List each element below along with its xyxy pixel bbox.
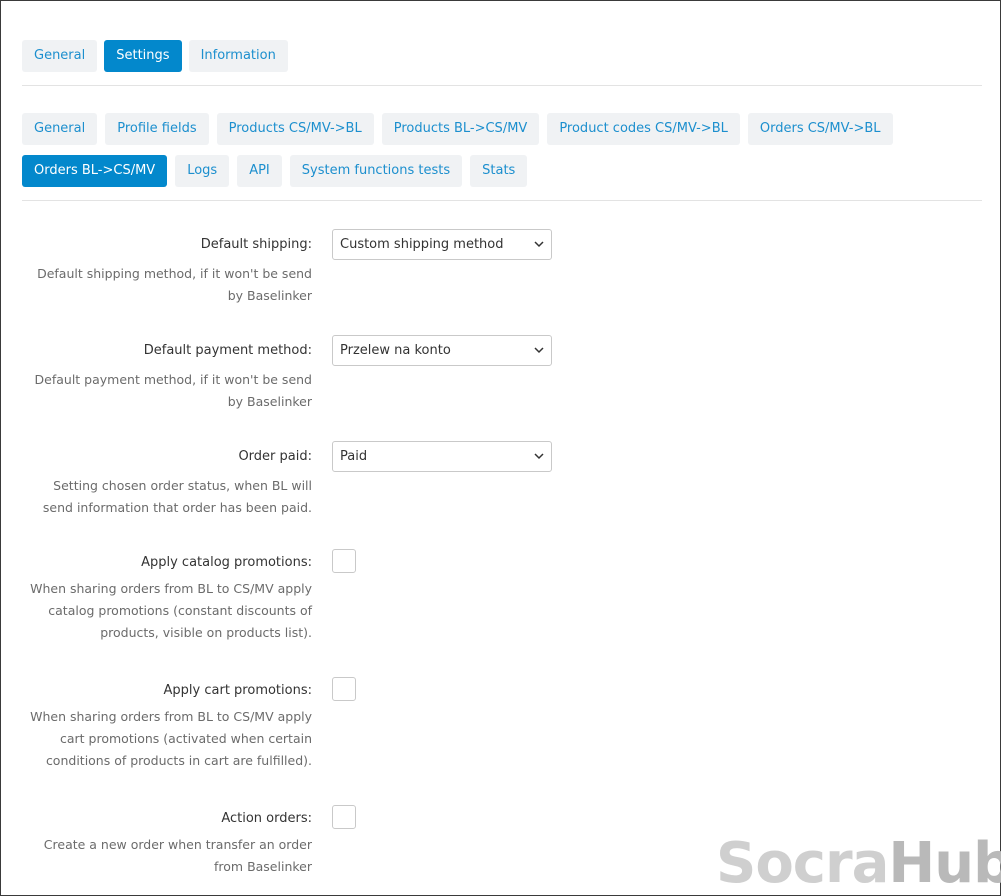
field-label: Action orders: [221,811,312,826]
watermark-part1: Socra [716,831,889,896]
top-divider [22,85,982,86]
chevron-down-icon [534,453,544,460]
top-tab-bar: General Settings Information [22,40,288,72]
field-help: Default payment method, if it won't be s… [34,372,312,409]
subtab-general[interactable]: General [22,113,98,145]
action-orders-checkbox[interactable] [332,805,356,829]
chevron-down-icon [534,241,544,248]
subtab-logs[interactable]: Logs [175,155,230,187]
subtab-system-functions-tests[interactable]: System functions tests [289,155,463,187]
select-value: Przelew na konto [340,343,451,358]
field-help: When sharing orders from BL to CS/MV app… [30,709,312,768]
field-help: When sharing orders from BL to CS/MV app… [30,581,312,640]
field-label: Apply cart promotions: [163,683,312,698]
subtab-stats[interactable]: Stats [470,155,528,187]
watermark-part2: Hub [888,831,1001,896]
watermark-logo: SocraHub [716,832,1001,896]
subtab-orders-cs-mv-to-bl[interactable]: Orders CS/MV->BL [747,113,893,145]
subtab-orders-bl-to-cs-mv[interactable]: Orders BL->CS/MV [22,155,168,187]
tab-settings[interactable]: Settings [104,40,182,72]
subtab-product-codes-cs-mv-to-bl[interactable]: Product codes CS/MV->BL [547,113,740,145]
sub-tab-bar: General Profile fields Products CS/MV->B… [22,113,972,187]
subtab-api[interactable]: API [237,155,282,187]
field-label: Order paid: [238,449,312,464]
order-paid-select[interactable]: Paid [332,441,552,472]
tab-information[interactable]: Information [188,40,288,72]
default-payment-select[interactable]: Przelew na konto [332,335,552,366]
field-label: Apply catalog promotions: [141,555,312,570]
subtab-products-bl-to-cs-mv[interactable]: Products BL->CS/MV [381,113,540,145]
field-help: Create a new order when transfer an orde… [43,837,312,874]
apply-catalog-promotions-checkbox[interactable] [332,549,356,573]
select-value: Custom shipping method [340,237,504,252]
field-help: Setting chosen order status, when BL wil… [42,478,312,515]
tab-general[interactable]: General [22,40,98,72]
select-value: Paid [340,449,368,464]
apply-cart-promotions-checkbox[interactable] [332,677,356,701]
subtab-profile-fields[interactable]: Profile fields [105,113,209,145]
field-label: Default shipping: [200,237,312,252]
subtab-products-cs-mv-to-bl[interactable]: Products CS/MV->BL [216,113,374,145]
field-label: Default payment method: [143,343,312,358]
field-help: Default shipping method, if it won't be … [37,266,312,303]
sub-divider [22,200,982,201]
default-shipping-select[interactable]: Custom shipping method [332,229,552,260]
chevron-down-icon [534,347,544,354]
